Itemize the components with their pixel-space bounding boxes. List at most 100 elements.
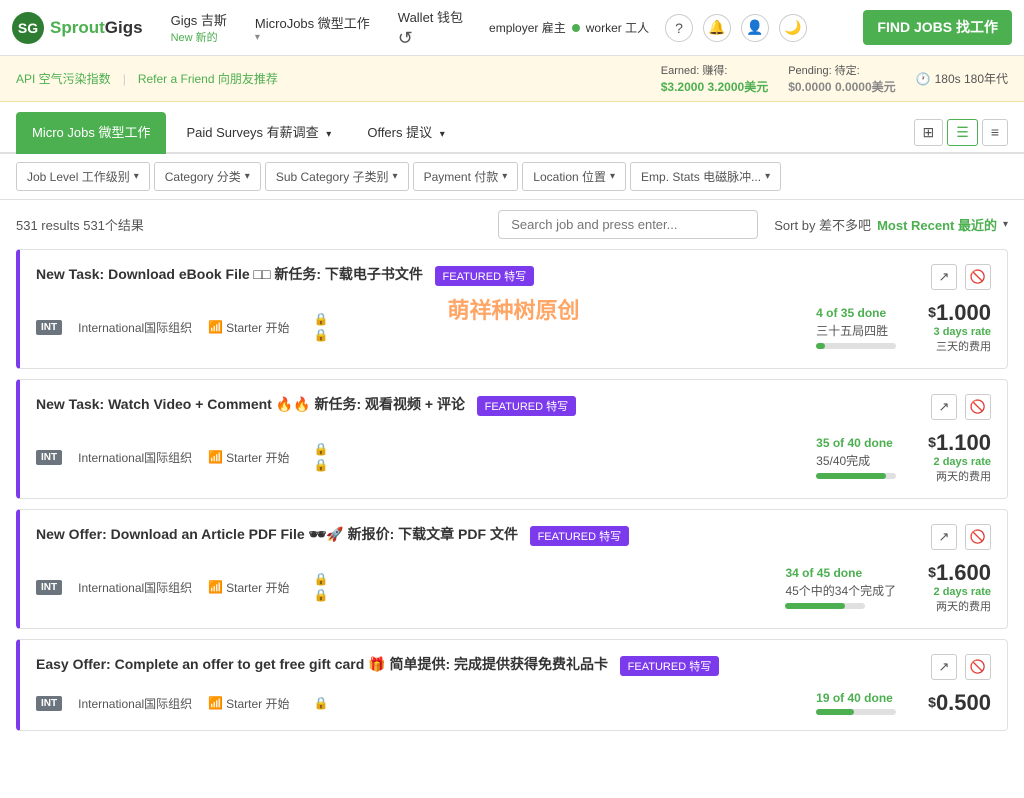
emp-stats-arrow: ▾ <box>765 171 770 182</box>
job-card-body-1: INT International国际组织 📶 Starter 开始 🔒 🔒 3… <box>36 430 991 484</box>
lock-icon-1a: 🔒 <box>313 442 328 456</box>
payment-arrow: ▾ <box>502 171 507 182</box>
price-section-1: $1.100 2 days rate 两天的费用 <box>928 430 991 484</box>
progress-cn-1: 35/40完成 <box>816 452 896 469</box>
eye-off-1[interactable]: 🚫 <box>965 394 991 420</box>
external-link-2[interactable]: ↗ <box>931 524 957 550</box>
pending-label: Pending: 待定: <box>788 62 895 78</box>
earned-val: $3.2000 3.2000美元 <box>661 78 768 95</box>
bars-icon-1: 📶 <box>208 450 223 464</box>
filter-job-level[interactable]: Job Level 工作级别 ▾ <box>16 162 150 191</box>
sort-arrow: ▾ <box>1003 219 1008 230</box>
tab-offers[interactable]: Offers 提议 ▾ <box>351 112 460 154</box>
job-card-body-0: INT International国际组织 📶 Starter 开始 🔒 🔒 4… <box>36 300 991 354</box>
search-input[interactable] <box>498 210 758 239</box>
job-card-top-1: New Task: Watch Video + Comment 🔥🔥 新任务: … <box>36 394 991 420</box>
job-card-icons-1: ↗ 🚫 <box>931 394 991 420</box>
progress-section-1: 35 of 40 done 35/40完成 <box>816 436 896 479</box>
lock-icon-3a: 🔒 <box>313 696 328 710</box>
job-card-0: 萌祥种树原创 New Task: Download eBook File □□ … <box>16 249 1008 369</box>
lock-icon-1: 🔒 <box>313 312 328 326</box>
earned-label: Earned: 赚得: <box>661 62 768 78</box>
location-arrow: ▾ <box>610 171 615 182</box>
notification-icon[interactable]: 🔔 <box>703 14 731 42</box>
job-card-body-2: INT International国际组织 📶 Starter 开始 🔒 🔒 3… <box>36 560 991 614</box>
eye-off-0[interactable]: 🚫 <box>965 264 991 290</box>
sort-active[interactable]: Most Recent 最近的 <box>877 215 997 234</box>
find-jobs-button[interactable]: FIND JOBS 找工作 <box>863 10 1012 44</box>
worker-dot <box>572 24 580 32</box>
filter-emp-stats[interactable]: Emp. Stats 电磁脉冲... ▾ <box>630 162 781 191</box>
job-card-icons-3: ↗ 🚫 <box>931 654 991 680</box>
price-val-2: $1.600 <box>928 560 991 586</box>
org-label-3: International国际组织 <box>78 695 192 712</box>
price-val-0: $1.000 <box>928 300 991 326</box>
worker-label: worker 工人 <box>586 19 649 36</box>
nav-wallet[interactable]: Wallet 钱包 ↺ <box>388 7 473 49</box>
nav-microjobs[interactable]: MicroJobs 微型工作 ▾ <box>245 13 380 43</box>
filter-payment[interactable]: Payment 付款 ▾ <box>413 162 519 191</box>
paid-surveys-arrow: ▾ <box>326 129 331 140</box>
compact-view-btn[interactable]: ≡ <box>982 119 1008 146</box>
nav-gigs-label: Gigs 吉斯 <box>171 10 227 29</box>
sub-category-arrow: ▾ <box>393 171 398 182</box>
job-card-1: New Task: Watch Video + Comment 🔥🔥 新任务: … <box>16 379 1008 499</box>
list-view-btn[interactable]: ☰ <box>947 119 978 146</box>
tab-bar: Micro Jobs 微型工作 Paid Surveys 有薪调查 ▾ Offe… <box>0 112 1024 154</box>
job-card-top-0: New Task: Download eBook File □□ 新任务: 下载… <box>36 264 991 290</box>
eye-off-2[interactable]: 🚫 <box>965 524 991 550</box>
nav-gigs[interactable]: Gigs 吉斯 New 新的 <box>161 10 237 45</box>
progress-done-3: 19 of 40 done <box>816 691 896 705</box>
logo-text: SproutGigs <box>50 18 143 38</box>
employer-label: employer 雇主 <box>489 19 566 36</box>
results-bar: 531 results 531个结果 Sort by 差不多吧 Most Rec… <box>0 200 1024 249</box>
org-label-0: International国际组织 <box>78 319 192 336</box>
progress-cn-2: 45个中的34个完成了 <box>785 582 896 599</box>
refer-link[interactable]: Refer a Friend 向朋友推荐 <box>138 70 278 87</box>
grid-view-btn[interactable]: ⊞ <box>914 119 944 146</box>
job-card-2: New Offer: Download an Article PDF File … <box>16 509 1008 629</box>
nav-icon-group: ? 🔔 👤 🌙 <box>665 14 807 42</box>
job-card-top-3: Easy Offer: Complete an offer to get fre… <box>36 654 991 680</box>
progress-section-2: 34 of 45 done 45个中的34个完成了 <box>785 566 896 609</box>
int-badge-0: INT <box>36 320 62 335</box>
pending-item: Pending: 待定: $0.0000 0.0000美元 <box>788 62 895 95</box>
price-rate-2: 2 days rate <box>928 586 991 598</box>
api-link[interactable]: API 空气污染指数 <box>16 70 111 87</box>
price-section-0: $1.000 3 days rate 三天的费用 <box>928 300 991 354</box>
external-link-3[interactable]: ↗ <box>931 654 957 680</box>
pending-val: $0.0000 0.0000美元 <box>788 78 895 95</box>
job-card-right-0: 4 of 35 done 三十五局四胜 $1.000 3 days rate 三… <box>816 300 991 354</box>
progress-done-1: 35 of 40 done <box>816 436 896 450</box>
job-card-body-3: INT International国际组织 📶 Starter 开始 🔒 19 … <box>36 690 991 716</box>
external-link-0[interactable]: ↗ <box>931 264 957 290</box>
offers-arrow: ▾ <box>440 129 445 140</box>
starter-badge-2: 📶 Starter 开始 <box>208 579 289 596</box>
featured-badge-1: FEATURED 特写 <box>477 396 577 416</box>
lock-icon-2b: 🔒 <box>313 588 328 602</box>
profile-icon[interactable]: 👤 <box>741 14 769 42</box>
results-count: 531 results 531个结果 <box>16 215 144 234</box>
filter-category[interactable]: Category 分类 ▾ <box>154 162 261 191</box>
theme-icon[interactable]: 🌙 <box>779 14 807 42</box>
bars-icon-2: 📶 <box>208 580 223 594</box>
tab-micro-jobs[interactable]: Micro Jobs 微型工作 <box>16 112 166 154</box>
price-rate-cn-2: 两天的费用 <box>928 598 991 614</box>
lock-icons-2: 🔒 🔒 <box>313 572 328 602</box>
filter-location[interactable]: Location 位置 ▾ <box>522 162 626 191</box>
filter-sub-category[interactable]: Sub Category 子类别 ▾ <box>265 162 409 191</box>
job-title-2: New Offer: Download an Article PDF File … <box>36 524 629 546</box>
logo[interactable]: SG SproutGigs <box>12 12 143 44</box>
tab-paid-surveys[interactable]: Paid Surveys 有薪调查 ▾ <box>170 112 347 154</box>
external-link-1[interactable]: ↗ <box>931 394 957 420</box>
lock-icon-2a: 🔒 <box>313 572 328 586</box>
help-icon[interactable]: ? <box>665 14 693 42</box>
lock-icons-3: 🔒 <box>313 696 328 710</box>
sort-label: Sort by 差不多吧 <box>774 215 871 234</box>
info-bar: API 空气污染指数 | Refer a Friend 向朋友推荐 Earned… <box>0 56 1024 102</box>
filter-bar: Job Level 工作级别 ▾ Category 分类 ▾ Sub Categ… <box>0 154 1024 200</box>
progress-bar-fill-3 <box>816 709 854 715</box>
featured-badge-3: FEATURED 特写 <box>620 656 720 676</box>
eye-off-3[interactable]: 🚫 <box>965 654 991 680</box>
job-card-3: Easy Offer: Complete an offer to get fre… <box>16 639 1008 731</box>
